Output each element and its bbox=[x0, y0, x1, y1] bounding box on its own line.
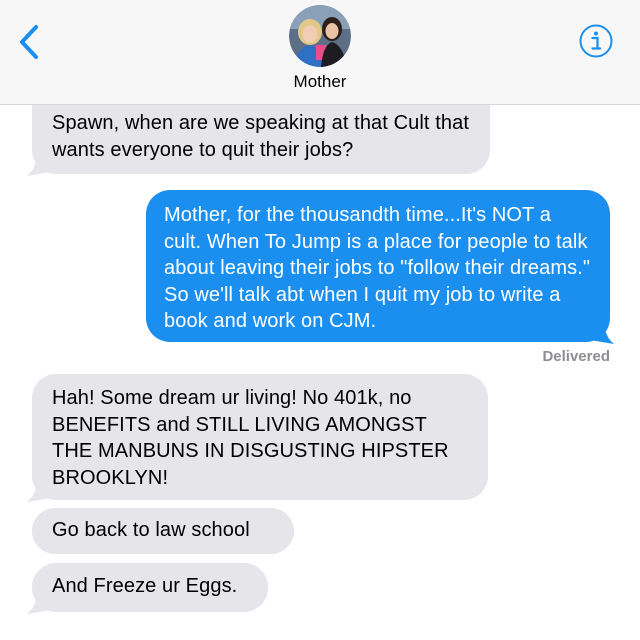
avatar-photo bbox=[289, 5, 351, 67]
contact-avatar[interactable] bbox=[289, 5, 351, 67]
contact-name[interactable]: Mother bbox=[0, 72, 640, 92]
message-bubble-incoming[interactable]: Hah! Some dream ur living! No 401k, no B… bbox=[32, 374, 488, 500]
message-bubble-incoming[interactable]: And Freeze ur Eggs. bbox=[32, 563, 268, 612]
info-button[interactable] bbox=[578, 23, 614, 59]
message-bubble-incoming[interactable]: Spawn, when are we speaking at that Cult… bbox=[32, 104, 490, 174]
info-icon bbox=[579, 24, 613, 58]
conversation-header: Mother bbox=[0, 0, 640, 105]
message-bubble-incoming[interactable]: Go back to law school bbox=[32, 508, 294, 554]
delivered-status: Delivered bbox=[542, 348, 610, 365]
back-button[interactable] bbox=[14, 22, 48, 62]
message-bubble-outgoing[interactable]: Mother, for the thousandth time...It's N… bbox=[146, 190, 610, 342]
messages-screen: Spawn, when are we speaking at that Cult… bbox=[0, 0, 640, 640]
chevron-left-icon bbox=[20, 25, 38, 59]
